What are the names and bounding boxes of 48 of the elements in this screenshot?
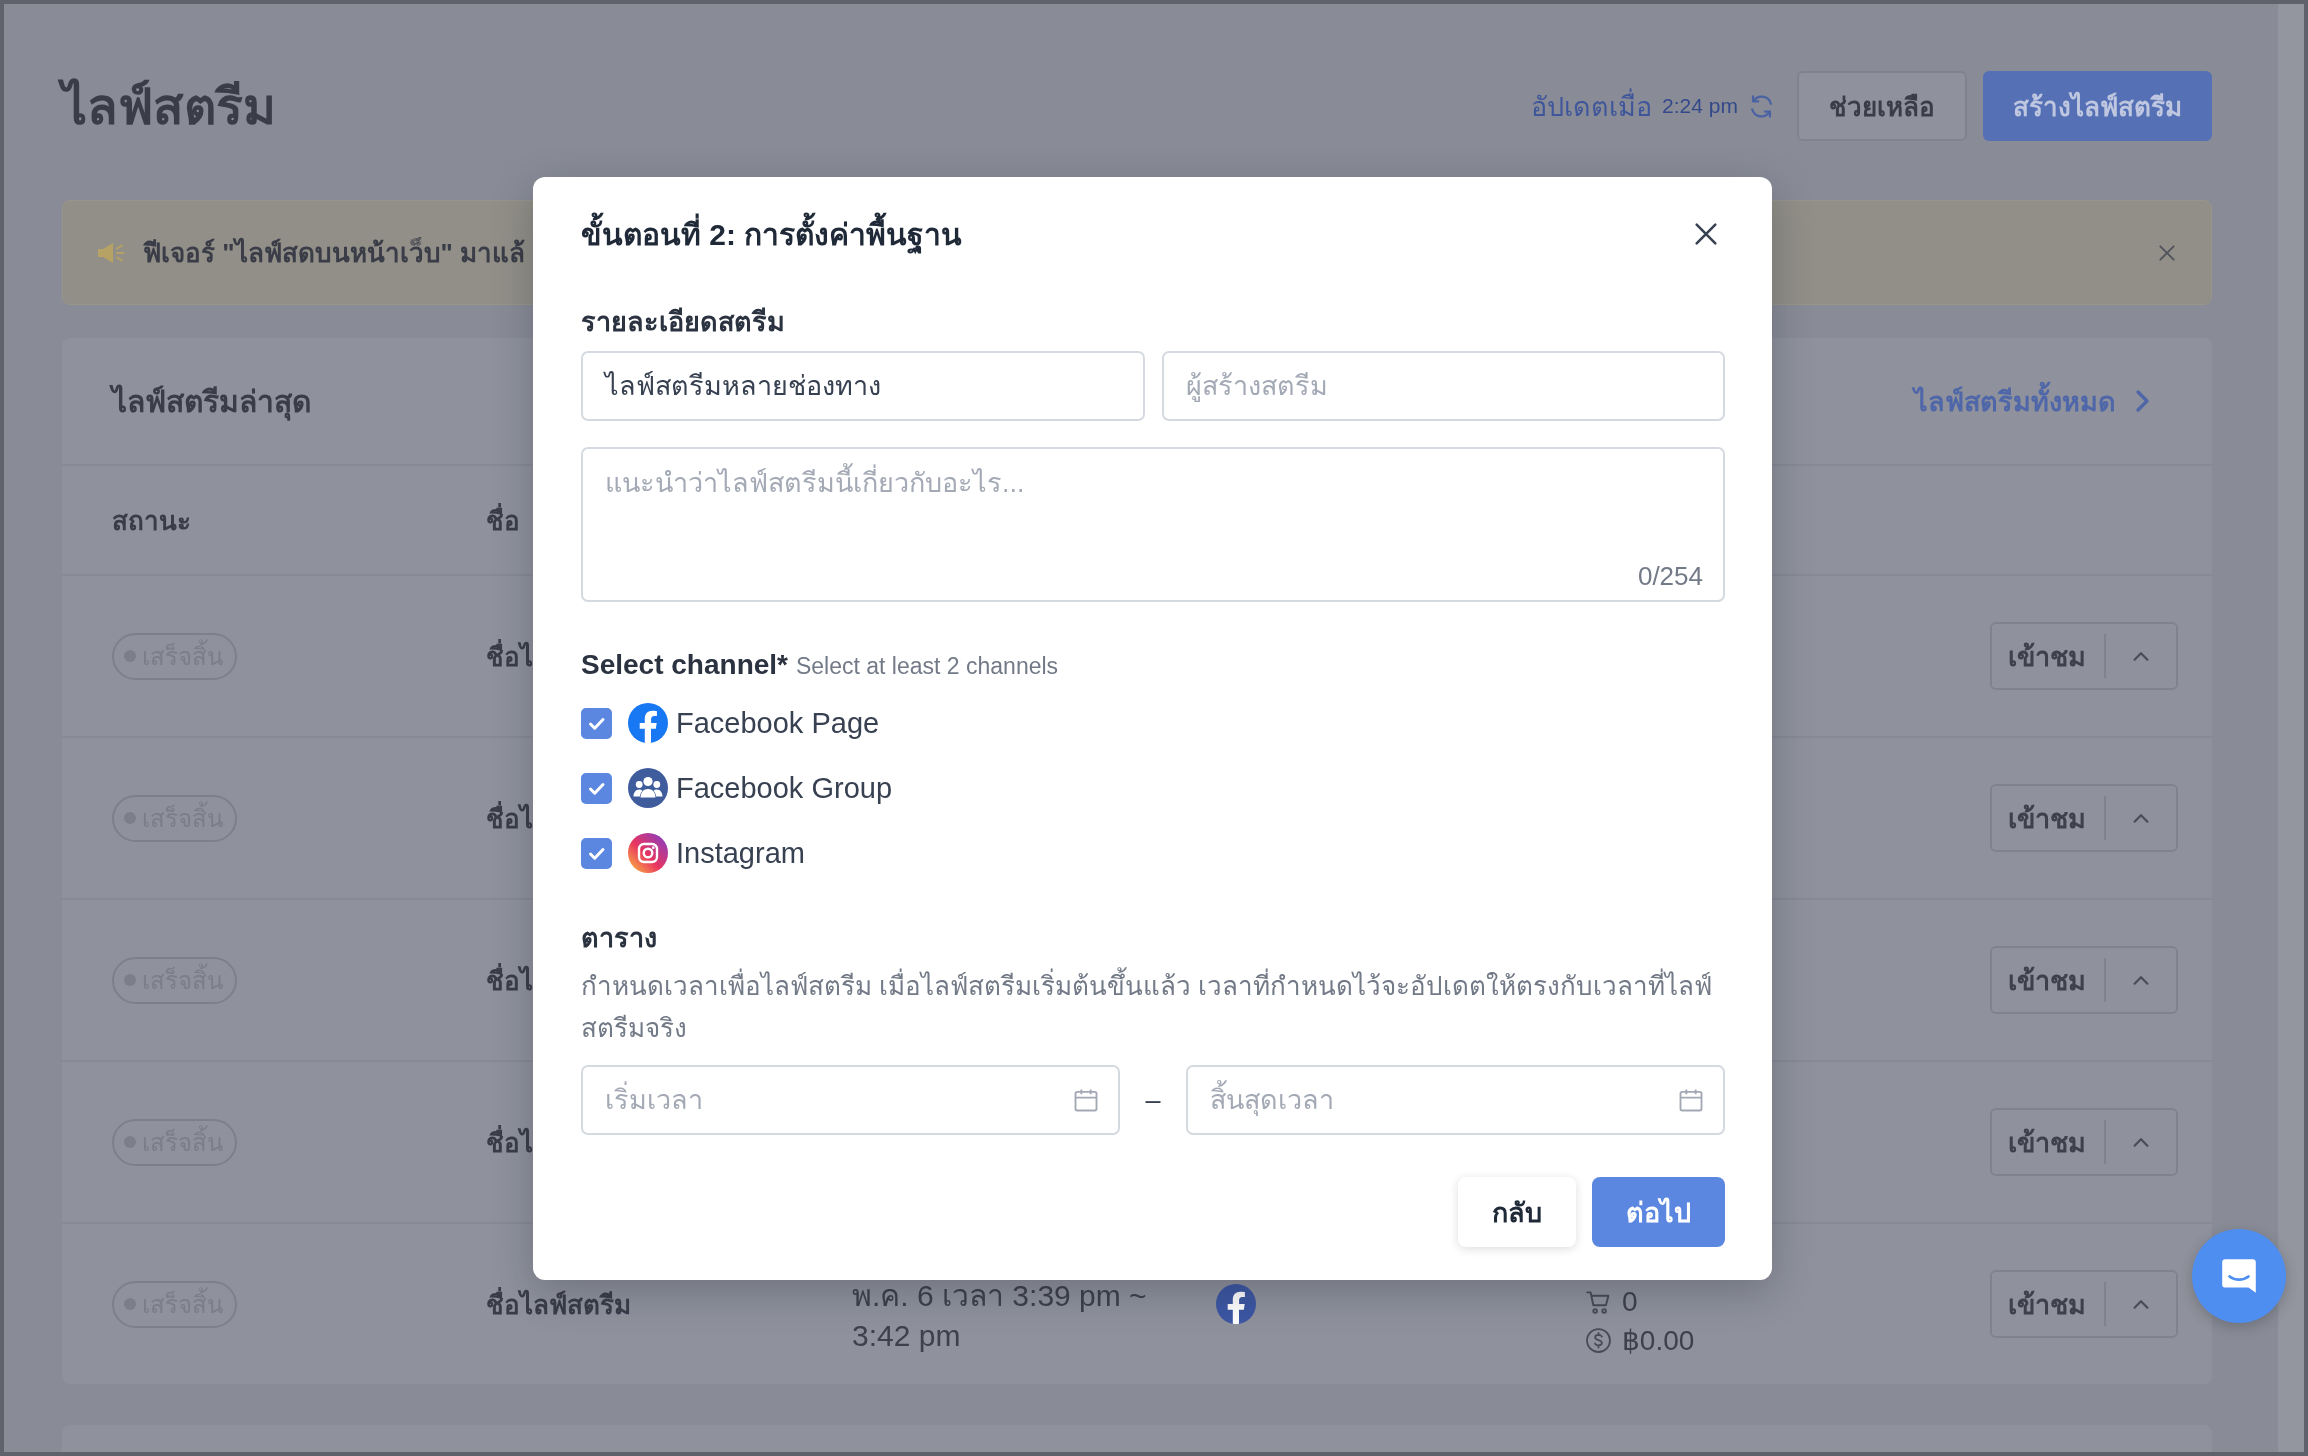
create-button[interactable]: สร้างไลฟ์สตรีม xyxy=(1983,71,2212,141)
checkbox[interactable] xyxy=(581,707,612,739)
order-count: 0 xyxy=(1622,1286,1638,1318)
stream-name-field[interactable]: ไลฟ์สตรีมหลายช่องทาง xyxy=(581,351,1145,421)
scrollbar-track[interactable] xyxy=(2278,4,2304,1452)
livestream-name: ชื่อไ xyxy=(486,1124,533,1160)
column-header: สถานะ xyxy=(112,504,191,538)
expand-button[interactable] xyxy=(2106,1270,2178,1338)
channel-name: Facebook Group xyxy=(676,771,892,805)
expand-button[interactable] xyxy=(2106,622,2178,690)
expand-button[interactable] xyxy=(2106,784,2178,852)
livestream-time: พ.ค. 6 เวลา 3:39 pm ~ 3:42 pm xyxy=(852,1278,1148,1354)
revenue-amount: ฿0.00 xyxy=(1622,1324,1695,1357)
end-time-field[interactable]: สิ้นสุดเวลา xyxy=(1186,1065,1725,1135)
character-counter: 0/254 xyxy=(1637,561,1703,592)
expand-button[interactable] xyxy=(2106,946,2178,1014)
instagram-icon xyxy=(628,833,668,873)
expand-button[interactable] xyxy=(2106,1108,2178,1176)
cart-icon xyxy=(1585,1288,1612,1316)
checkbox[interactable] xyxy=(581,772,612,804)
back-button[interactable]: กลับ xyxy=(1458,1177,1576,1247)
channel-name: Facebook Page xyxy=(676,706,880,740)
channel-name: Instagram xyxy=(676,836,805,870)
facebook-icon xyxy=(628,703,668,743)
channel-hint: Select at least 2 channels xyxy=(796,652,1059,681)
creator-field[interactable]: ผู้สร้างสตรีม xyxy=(1161,351,1725,421)
section-label: ตาราง xyxy=(581,922,658,955)
updated-label: อัปเดตเมื่อ xyxy=(1531,84,1653,128)
refresh-icon[interactable] xyxy=(1748,92,1775,120)
start-time-field[interactable]: เริ่มเวลา xyxy=(581,1065,1120,1135)
livestream-name: ชื่อไ xyxy=(486,638,533,674)
channel-label: Select channel* xyxy=(581,648,788,682)
livestream-name: ชื่อไ xyxy=(486,800,533,836)
dialog-title: ขั้นตอนที่ 2: การตั้งค่าพื้นฐาน xyxy=(581,210,963,258)
next-button[interactable]: ต่อไป xyxy=(1592,1177,1725,1247)
banner-text: ฟีเจอร์ "ไลฟ์สดบนหน้าเว็บ" มาแล้ xyxy=(143,236,526,270)
column-header: ชื่อ xyxy=(486,502,520,538)
livestream-name: ชื่อไ xyxy=(486,962,533,998)
people-icon xyxy=(628,768,668,808)
facebook-icon xyxy=(1216,1284,1256,1324)
help-button[interactable]: ช่วยเหลือ xyxy=(1797,71,1967,141)
coin-icon xyxy=(1585,1327,1612,1354)
livestream-name: ชื่อไลฟ์สตรีม xyxy=(486,1286,631,1322)
range-separator: – xyxy=(1145,1084,1161,1116)
updated-time: 2:24 pm xyxy=(1662,94,1738,118)
checkbox[interactable] xyxy=(581,837,612,869)
section-label: รายละเอียดสตรีม xyxy=(581,306,786,339)
schedule-description: กำหนดเวลาเพื่อไลฟ์สตรีม เมื่อไลฟ์สตรีมเริ่มต้นขึ้นแล้ว เวลาที่กำหนดไว้จะอัปเดตให้ตรงกับเวลาที่ไลฟ์สตรีมจริง xyxy=(581,965,1725,1049)
